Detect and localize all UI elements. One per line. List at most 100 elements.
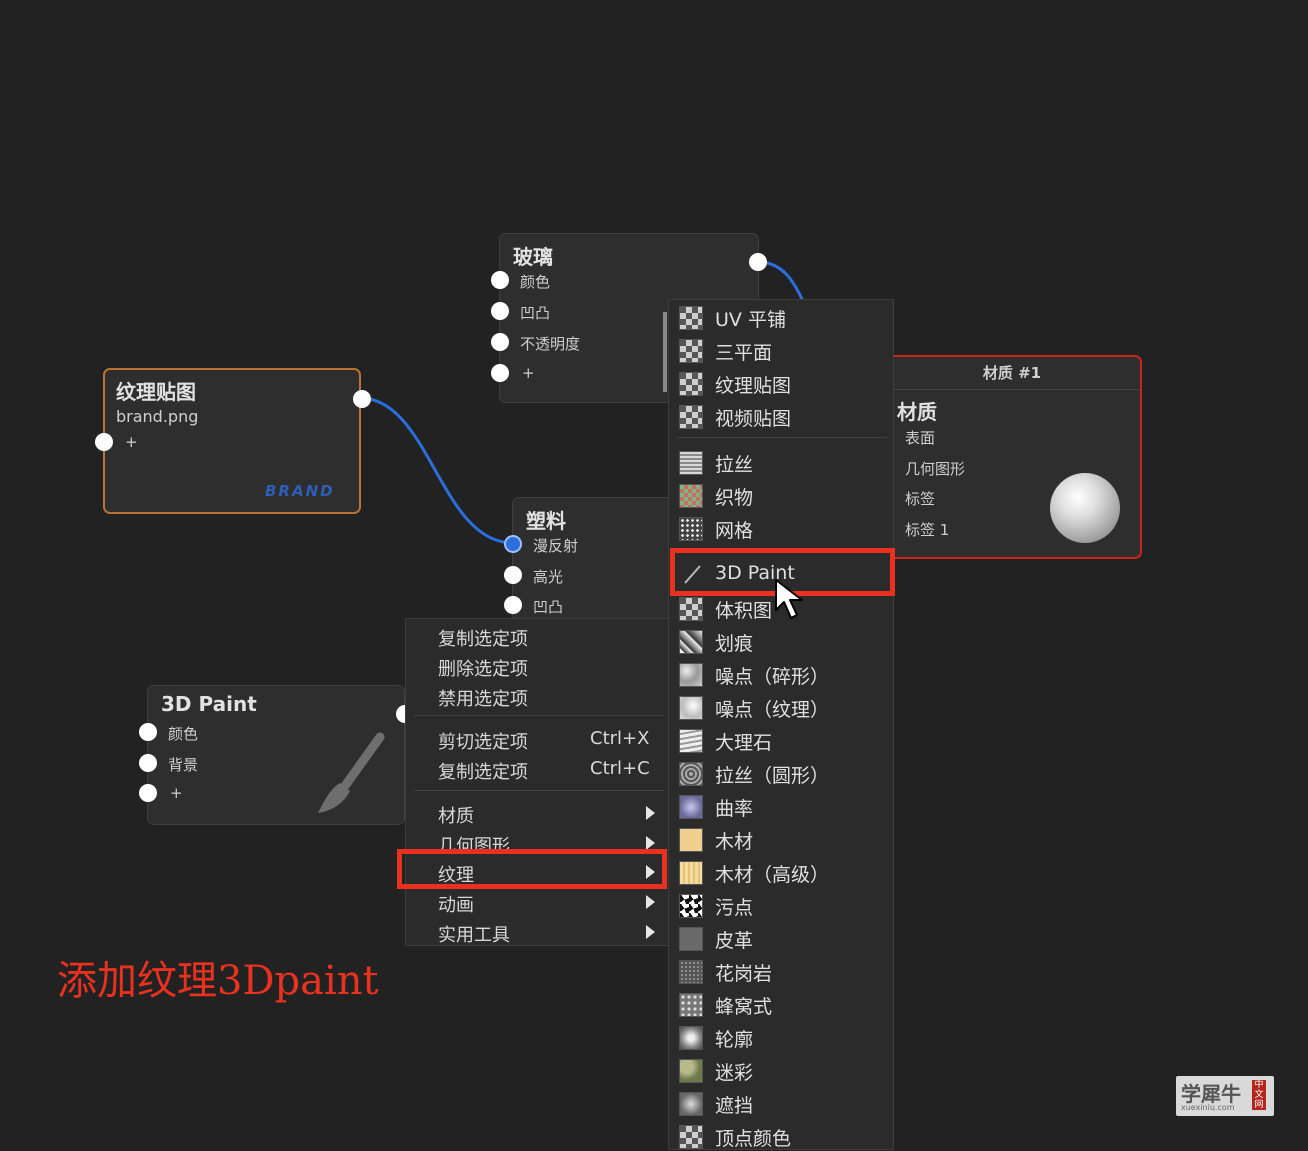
node-scrollbar[interactable] xyxy=(663,312,667,392)
plastic-port-specular[interactable] xyxy=(504,566,522,584)
glass-port-opacity[interactable] xyxy=(491,333,509,351)
texture-node-title: 纹理贴图 xyxy=(116,380,196,404)
texture-map-node[interactable]: 纹理贴图 brand.png + BRAND xyxy=(95,368,371,514)
tex-item-noise-fractal[interactable]: 噪点（碎形） xyxy=(715,662,829,689)
submenu-arrow-icon xyxy=(646,925,655,939)
noise-fractal-icon xyxy=(679,663,703,687)
menu-shortcut-copy: Ctrl+C xyxy=(590,758,650,779)
plastic-node[interactable]: 塑料 漫反射 高光 凹凸 xyxy=(504,497,682,627)
menu-item-disable[interactable]: 禁用选定项 xyxy=(438,685,528,711)
tex-item-texture-map[interactable]: 纹理贴图 xyxy=(715,371,791,398)
paint-port-background[interactable] xyxy=(139,754,157,772)
menu-item-animation[interactable]: 动画 xyxy=(438,891,474,917)
plastic-port-bump-label: 凹凸 xyxy=(533,598,564,616)
fabric-icon xyxy=(679,484,703,508)
camouflage-icon xyxy=(679,1059,703,1083)
tex-item-video-map[interactable]: 视频贴图 xyxy=(715,404,791,431)
brushed-icon xyxy=(679,451,703,475)
menu-item-delete[interactable]: 删除选定项 xyxy=(438,655,528,681)
texture-input-port[interactable] xyxy=(95,433,113,451)
paint-port-add-label: + xyxy=(170,784,183,802)
tex-item-occlusion[interactable]: 遮挡 xyxy=(715,1091,753,1118)
tex-item-triplanar[interactable]: 三平面 xyxy=(715,338,772,365)
tex-item-scratch[interactable]: 划痕 xyxy=(715,629,753,656)
watermark-url: xuexiniu.com xyxy=(1181,1103,1235,1112)
tex-item-brushed-radial[interactable]: 拉丝（圆形） xyxy=(715,761,829,788)
menu-item-cut[interactable]: 剪切选定项 xyxy=(438,728,528,754)
submenu-arrow-icon xyxy=(646,836,655,850)
plastic-node-title: 塑料 xyxy=(526,509,566,533)
tex-item-curvature[interactable]: 曲率 xyxy=(715,794,753,821)
glass-port-opacity-label: 不透明度 xyxy=(520,335,581,353)
glass-port-add-label: + xyxy=(522,364,535,382)
paint-node-title: 3D Paint xyxy=(161,692,257,716)
tex-item-stain[interactable]: 污点 xyxy=(715,893,753,920)
tex-item-granite[interactable]: 花岗岩 xyxy=(715,959,772,986)
paintbrush-icon xyxy=(318,732,385,813)
material-port-geometry: 几何图形 xyxy=(905,460,966,478)
watermark: 学犀牛 xuexiniu.com 中文网 xyxy=(1176,1076,1274,1116)
menu-separator xyxy=(414,790,664,791)
material-port-label: 标签 xyxy=(905,490,936,508)
tex-item-mesh[interactable]: 网格 xyxy=(715,516,753,543)
paint-port-color-label: 颜色 xyxy=(168,725,199,743)
tex-item-fabric[interactable]: 织物 xyxy=(715,483,753,510)
material-node-header: 材质 #1 xyxy=(884,357,1140,390)
tex-item-honeycomb[interactable]: 蜂窝式 xyxy=(715,992,772,1019)
tex-item-outline[interactable]: 轮廓 xyxy=(715,1025,753,1052)
glass-port-add[interactable] xyxy=(491,364,509,382)
tex-item-noise-texture[interactable]: 噪点（纹理） xyxy=(715,695,829,722)
material-node[interactable]: 材质 #1 材质 表面 几何图形 标签 标签 1 xyxy=(882,355,1142,559)
paint-port-background-label: 背景 xyxy=(168,756,199,774)
checker-icon xyxy=(679,339,703,363)
menu-separator xyxy=(414,715,664,716)
tex-item-marble[interactable]: 大理石 xyxy=(715,728,772,755)
glass-output-port[interactable] xyxy=(749,253,767,271)
tex-item-brushed[interactable]: 拉丝 xyxy=(715,450,753,477)
curvature-icon xyxy=(679,795,703,819)
plastic-port-bump[interactable] xyxy=(504,596,522,614)
checker-icon xyxy=(679,306,703,330)
scratch-icon xyxy=(679,630,703,654)
material-port-label-1: 标签 1 xyxy=(905,521,950,539)
texture-submenu[interactable]: UV 平铺 三平面 纹理贴图 视频贴图 拉丝 织物 网格 3D Paint 体积… xyxy=(668,299,894,1150)
annotation-caption: 添加纹理3Dpaint xyxy=(57,958,379,1004)
tex-item-uv-tile[interactable]: UV 平铺 xyxy=(715,305,786,332)
tex-item-vertex-color[interactable]: 顶点颜色 xyxy=(715,1124,791,1151)
paint-node[interactable]: 3D Paint 颜色 背景 + xyxy=(139,685,414,825)
glass-node-title: 玻璃 xyxy=(513,245,553,269)
plastic-port-diffuse[interactable] xyxy=(504,535,522,553)
paint-port-add[interactable] xyxy=(139,784,157,802)
mouse-cursor-icon xyxy=(775,579,803,619)
checker-icon xyxy=(679,405,703,429)
outline-icon xyxy=(679,1026,703,1050)
menu-item-duplicate[interactable]: 复制选定项 xyxy=(438,625,528,651)
tex-item-wood[interactable]: 木材 xyxy=(715,827,753,854)
submenu-arrow-icon xyxy=(646,806,655,820)
occlusion-icon xyxy=(679,1092,703,1116)
submenu-arrow-icon xyxy=(646,895,655,909)
context-menu[interactable]: 复制选定项 删除选定项 禁用选定项 剪切选定项 Ctrl+X 复制选定项 Ctr… xyxy=(405,618,669,946)
tex-item-camouflage[interactable]: 迷彩 xyxy=(715,1058,753,1085)
paint-port-color[interactable] xyxy=(139,723,157,741)
tex-item-wood-advanced[interactable]: 木材（高级） xyxy=(715,860,829,887)
checker-icon xyxy=(679,1125,703,1149)
glass-port-bump-label: 凹凸 xyxy=(520,304,551,322)
tex-item-volume[interactable]: 体积图 xyxy=(715,596,772,623)
menu-item-copy[interactable]: 复制选定项 xyxy=(438,758,528,784)
texture-filename: brand.png xyxy=(116,407,199,426)
leather-icon xyxy=(679,927,703,951)
menu-item-material[interactable]: 材质 xyxy=(438,802,474,828)
plastic-port-specular-label: 高光 xyxy=(533,568,564,586)
glass-port-color[interactable] xyxy=(491,271,509,289)
tex-item-leather[interactable]: 皮革 xyxy=(715,926,753,953)
granite-icon xyxy=(679,960,703,984)
wood-advanced-icon xyxy=(679,861,703,885)
honeycomb-icon xyxy=(679,993,703,1017)
texture-add-label: + xyxy=(125,433,138,451)
menu-item-utility[interactable]: 实用工具 xyxy=(438,921,510,947)
glass-port-bump[interactable] xyxy=(491,302,509,320)
menu-separator xyxy=(677,437,887,438)
texture-output-port[interactable] xyxy=(353,390,371,408)
marble-icon xyxy=(679,729,703,753)
